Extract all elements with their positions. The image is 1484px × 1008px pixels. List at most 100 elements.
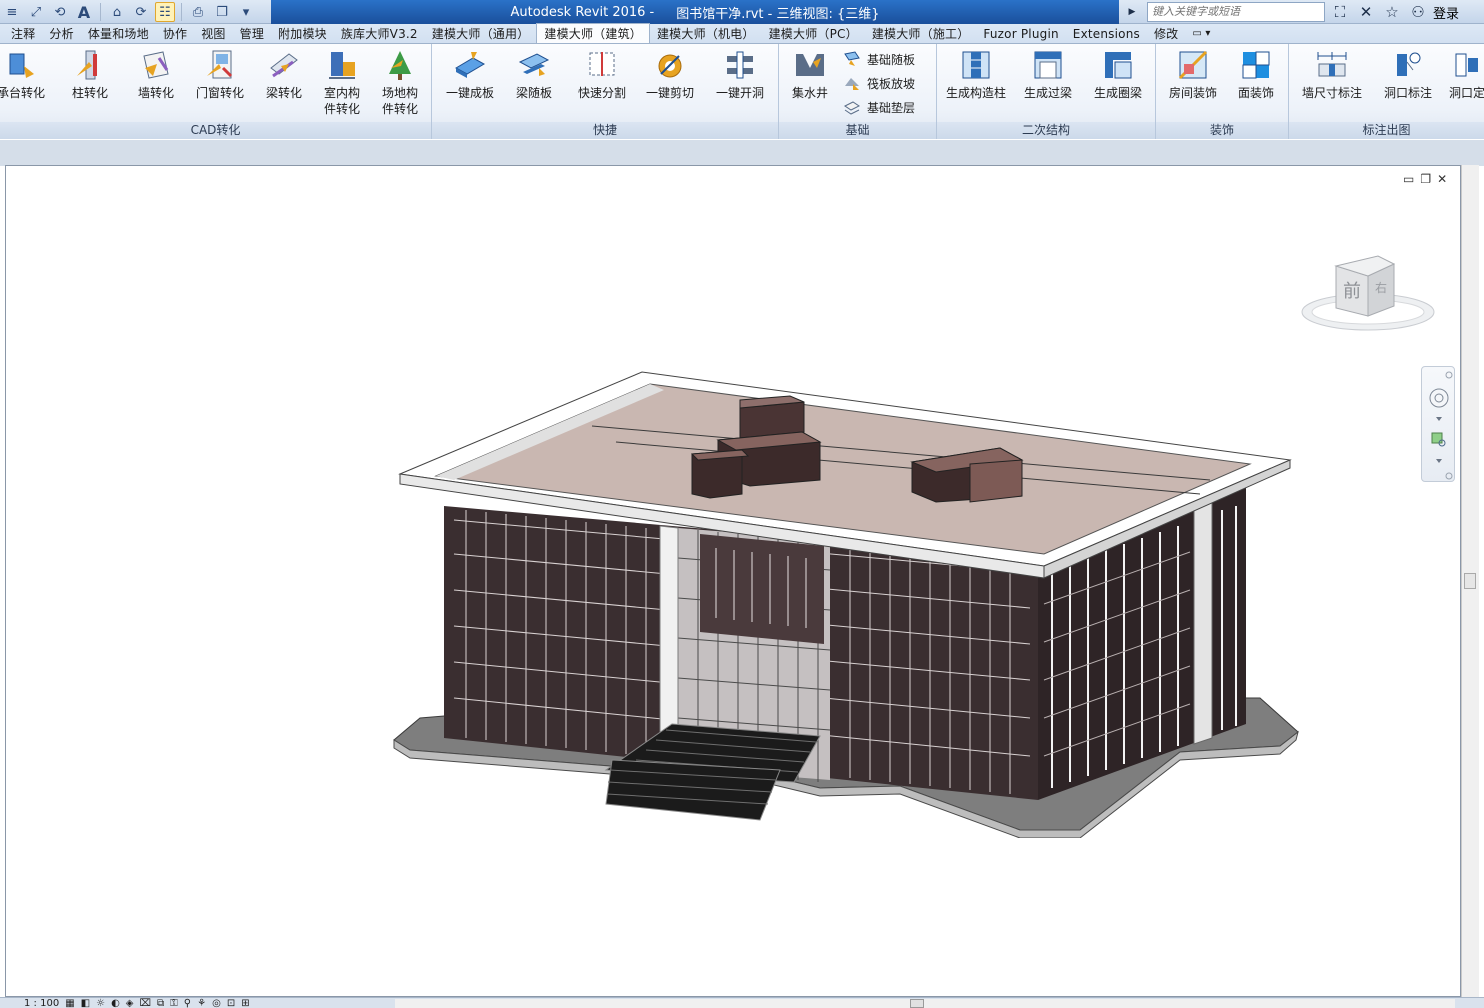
binoculars-icon[interactable]: ⛶: [1329, 2, 1351, 22]
minimize-icon[interactable]: ▭: [1403, 172, 1414, 186]
raft-slope-button[interactable]: 筏板放坡: [843, 74, 915, 92]
site-component-convert-button[interactable]: 场地构件转化: [372, 48, 428, 117]
foundation-cushion-button[interactable]: 基础垫层: [843, 98, 915, 116]
quick-split-button[interactable]: 快速分割: [570, 48, 634, 101]
generate-ring-beam-button[interactable]: 生成圈梁: [1085, 48, 1151, 101]
constraints-icon[interactable]: ⊞: [241, 998, 249, 1008]
restore-icon[interactable]: ❐: [1420, 172, 1431, 186]
one-click-slab-button[interactable]: 一键成板: [440, 48, 500, 101]
favorites-star-icon[interactable]: ☆: [1381, 2, 1403, 22]
vertical-scroll-thumb[interactable]: [1464, 573, 1476, 589]
communication-icon[interactable]: ✕: [1355, 2, 1377, 22]
tab-modeling-general[interactable]: 建模大师（通用）: [425, 24, 537, 43]
door-window-convert-button[interactable]: 门窗转化: [190, 48, 250, 101]
building-3d-model[interactable]: [380, 368, 1310, 838]
temp-hide-icon[interactable]: ⚲: [184, 998, 191, 1008]
tab-family-library[interactable]: 族库大师V3.2: [334, 24, 425, 43]
tab-annotate[interactable]: 注释: [4, 24, 42, 43]
face-decoration-button[interactable]: 面装饰: [1228, 48, 1284, 101]
switch-window-icon[interactable]: ❐: [212, 2, 232, 22]
horizontal-scroll-thumb[interactable]: [910, 999, 924, 1008]
ring-beam-icon: [1105, 52, 1132, 79]
analysis-icon[interactable]: ◎: [212, 998, 221, 1008]
tab-modeling-construction[interactable]: 建模大师（施工）: [865, 24, 977, 43]
tree-icon: [389, 51, 411, 80]
view-cube-front-label[interactable]: 前: [1343, 281, 1361, 302]
interior-component-convert-button[interactable]: 室内构件转化: [314, 48, 370, 117]
tab-collaborate[interactable]: 协作: [156, 24, 194, 43]
foundation-follow-slab-button[interactable]: 基础随板: [843, 50, 915, 68]
panel-caption: CAD转化: [0, 122, 431, 139]
highlight-icon[interactable]: ⊡: [227, 998, 235, 1008]
reveal-hidden-icon[interactable]: ⚘: [197, 998, 206, 1008]
shadows-icon[interactable]: ◐: [111, 998, 120, 1008]
opening-position-button[interactable]: 洞口定: [1445, 48, 1484, 101]
menu-icon[interactable]: ≡: [2, 2, 22, 22]
sump-pit-icon: [796, 54, 824, 76]
expand-arrow-icon[interactable]: ▶: [1121, 2, 1143, 22]
show-crop-icon[interactable]: ⧉: [157, 998, 164, 1008]
lock-view-icon[interactable]: ⚿: [170, 998, 178, 1008]
panel-caption: 基础: [779, 122, 936, 139]
print-icon[interactable]: ⎙: [188, 2, 208, 22]
one-click-cut-button[interactable]: 一键剪切: [638, 48, 702, 101]
measure-icon[interactable]: ⟲: [50, 2, 70, 22]
horizontal-scrollbar[interactable]: [395, 999, 1455, 1008]
tab-view[interactable]: 视图: [194, 24, 232, 43]
tab-fuzor-plugin[interactable]: Fuzor Plugin: [976, 24, 1065, 43]
view-scale[interactable]: 1 : 100: [24, 998, 59, 1008]
close-icon[interactable]: ✕: [1437, 172, 1447, 186]
zoom-dropdown-icon[interactable]: [1436, 459, 1442, 463]
visual-style-icon[interactable]: ◧: [81, 998, 90, 1008]
ribbon-minimize-icon[interactable]: ▭ ▾: [1185, 24, 1217, 43]
generate-structural-column-button[interactable]: 生成构造柱: [943, 48, 1009, 101]
room-decoration-button[interactable]: 房间装饰: [1162, 48, 1224, 101]
tab-manage[interactable]: 管理: [233, 24, 271, 43]
zoom-region-icon[interactable]: [1431, 432, 1443, 444]
dimension-icon[interactable]: ⤢: [26, 2, 46, 22]
tool-label: 筏板放坡: [867, 76, 916, 91]
tab-extensions[interactable]: Extensions: [1066, 24, 1147, 43]
lintel-icon: [1034, 51, 1062, 79]
user-icon[interactable]: ⚇: [1407, 2, 1429, 22]
divider: [181, 3, 182, 21]
tab-modeling-pc[interactable]: 建模大师（PC）: [762, 24, 865, 43]
thin-lines-icon[interactable]: ☷: [155, 2, 175, 22]
tab-analyze[interactable]: 分析: [42, 24, 80, 43]
customize-icon[interactable]: ▾: [236, 2, 256, 22]
opening-annotation-button[interactable]: 洞口标注: [1375, 48, 1441, 101]
tab-modeling-architecture[interactable]: 建模大师（建筑）: [536, 23, 650, 43]
wall-convert-button[interactable]: 墙转化: [128, 48, 184, 101]
view-cube[interactable]: 前 右: [1298, 250, 1438, 340]
tab-modify[interactable]: 修改: [1147, 24, 1185, 43]
view-3d-icon[interactable]: ⌂: [107, 2, 127, 22]
tool-label: 集水井: [791, 86, 828, 100]
text-icon[interactable]: A: [74, 2, 94, 22]
crop-view-icon[interactable]: ⌧: [140, 998, 152, 1008]
tab-modeling-mep[interactable]: 建模大师（机电）: [650, 24, 762, 43]
split-icon: [589, 52, 615, 76]
one-click-opening-button[interactable]: 一键开洞: [708, 48, 772, 101]
render-icon[interactable]: ◈: [126, 998, 134, 1008]
column-convert-button[interactable]: 柱转化: [62, 48, 118, 101]
panel-caption: 快捷: [432, 122, 778, 139]
structural-column-icon: [962, 51, 990, 79]
redo-icon[interactable]: ⟳: [131, 2, 151, 22]
sump-pit-button[interactable]: 集水井: [783, 48, 837, 101]
beam-convert-button[interactable]: 梁转化: [256, 48, 312, 101]
detail-level-icon[interactable]: ▦: [65, 998, 74, 1008]
beam-follow-slab-button[interactable]: 梁随板: [504, 48, 564, 101]
steering-wheel-icon[interactable]: [1429, 388, 1449, 408]
sun-path-icon[interactable]: ☼: [96, 998, 105, 1008]
view-cube-right-label[interactable]: 右: [1375, 280, 1387, 295]
generate-lintel-button[interactable]: 生成过梁: [1015, 48, 1081, 101]
vertical-scrollbar[interactable]: [1461, 165, 1479, 997]
wall-dimension-button[interactable]: 墙尺寸标注: [1297, 48, 1367, 101]
cut-icon: [658, 54, 682, 78]
tab-addins[interactable]: 附加模块: [271, 24, 334, 43]
tab-massing-site[interactable]: 体量和场地: [81, 24, 156, 43]
pile-cap-convert-button[interactable]: 承台转化: [0, 48, 50, 101]
login-button[interactable]: 登录: [1433, 3, 1459, 22]
search-input[interactable]: [1147, 2, 1325, 22]
steering-dropdown-icon[interactable]: [1436, 417, 1442, 421]
